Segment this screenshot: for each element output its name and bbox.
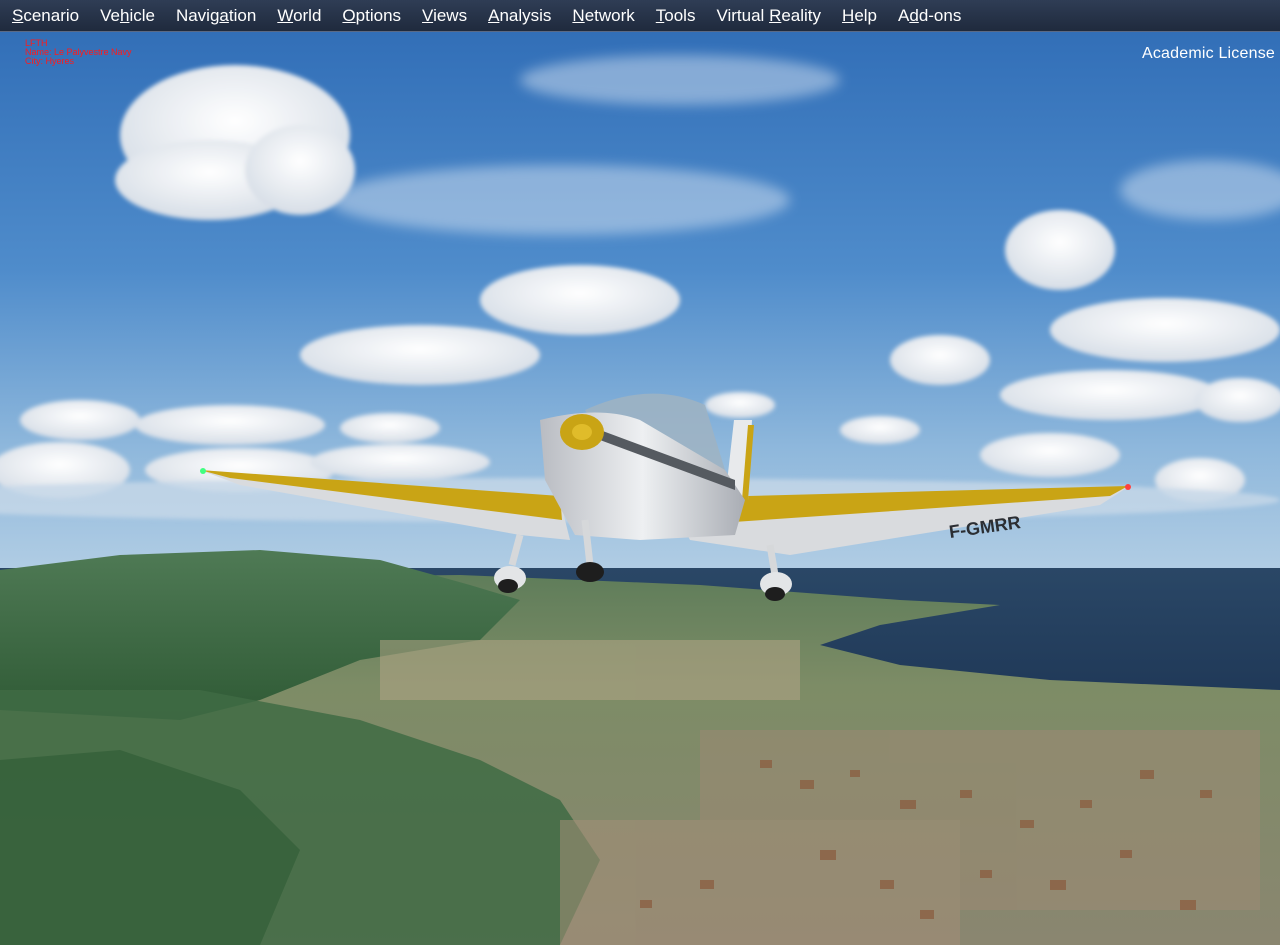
menu-item-scenario[interactable]: Scenario bbox=[1, 0, 89, 32]
menu-item-help[interactable]: Help bbox=[831, 0, 887, 32]
menu-item-options[interactable]: Options bbox=[331, 0, 411, 32]
menu-item-world[interactable]: World bbox=[266, 0, 331, 32]
menu-item-analysis[interactable]: Analysis bbox=[477, 0, 561, 32]
menu-item-network[interactable]: Network bbox=[561, 0, 644, 32]
flight-scene: F-GMRR bbox=[0, 0, 1280, 945]
airport-city: City: Hyeres bbox=[25, 56, 75, 66]
menu-item-tools[interactable]: Tools bbox=[645, 0, 706, 32]
menu-bar: Scenario Vehicle Navigation World Options Vie… bbox=[0, 0, 1280, 32]
menu-item-navigation[interactable]: Navigation bbox=[165, 0, 266, 32]
airport-info: LFTH Name: Le Palyvestre Navy City: Hyer… bbox=[25, 39, 132, 66]
license-label: Academic License bbox=[1141, 45, 1275, 62]
menu-item-vehicle[interactable]: Vehicle bbox=[89, 0, 165, 32]
menu-item-virtual-reality[interactable]: Virtual Reality bbox=[705, 0, 831, 32]
menu-item-views[interactable]: Views bbox=[411, 0, 477, 32]
menu-item-add-ons[interactable]: Add-ons bbox=[887, 0, 971, 32]
